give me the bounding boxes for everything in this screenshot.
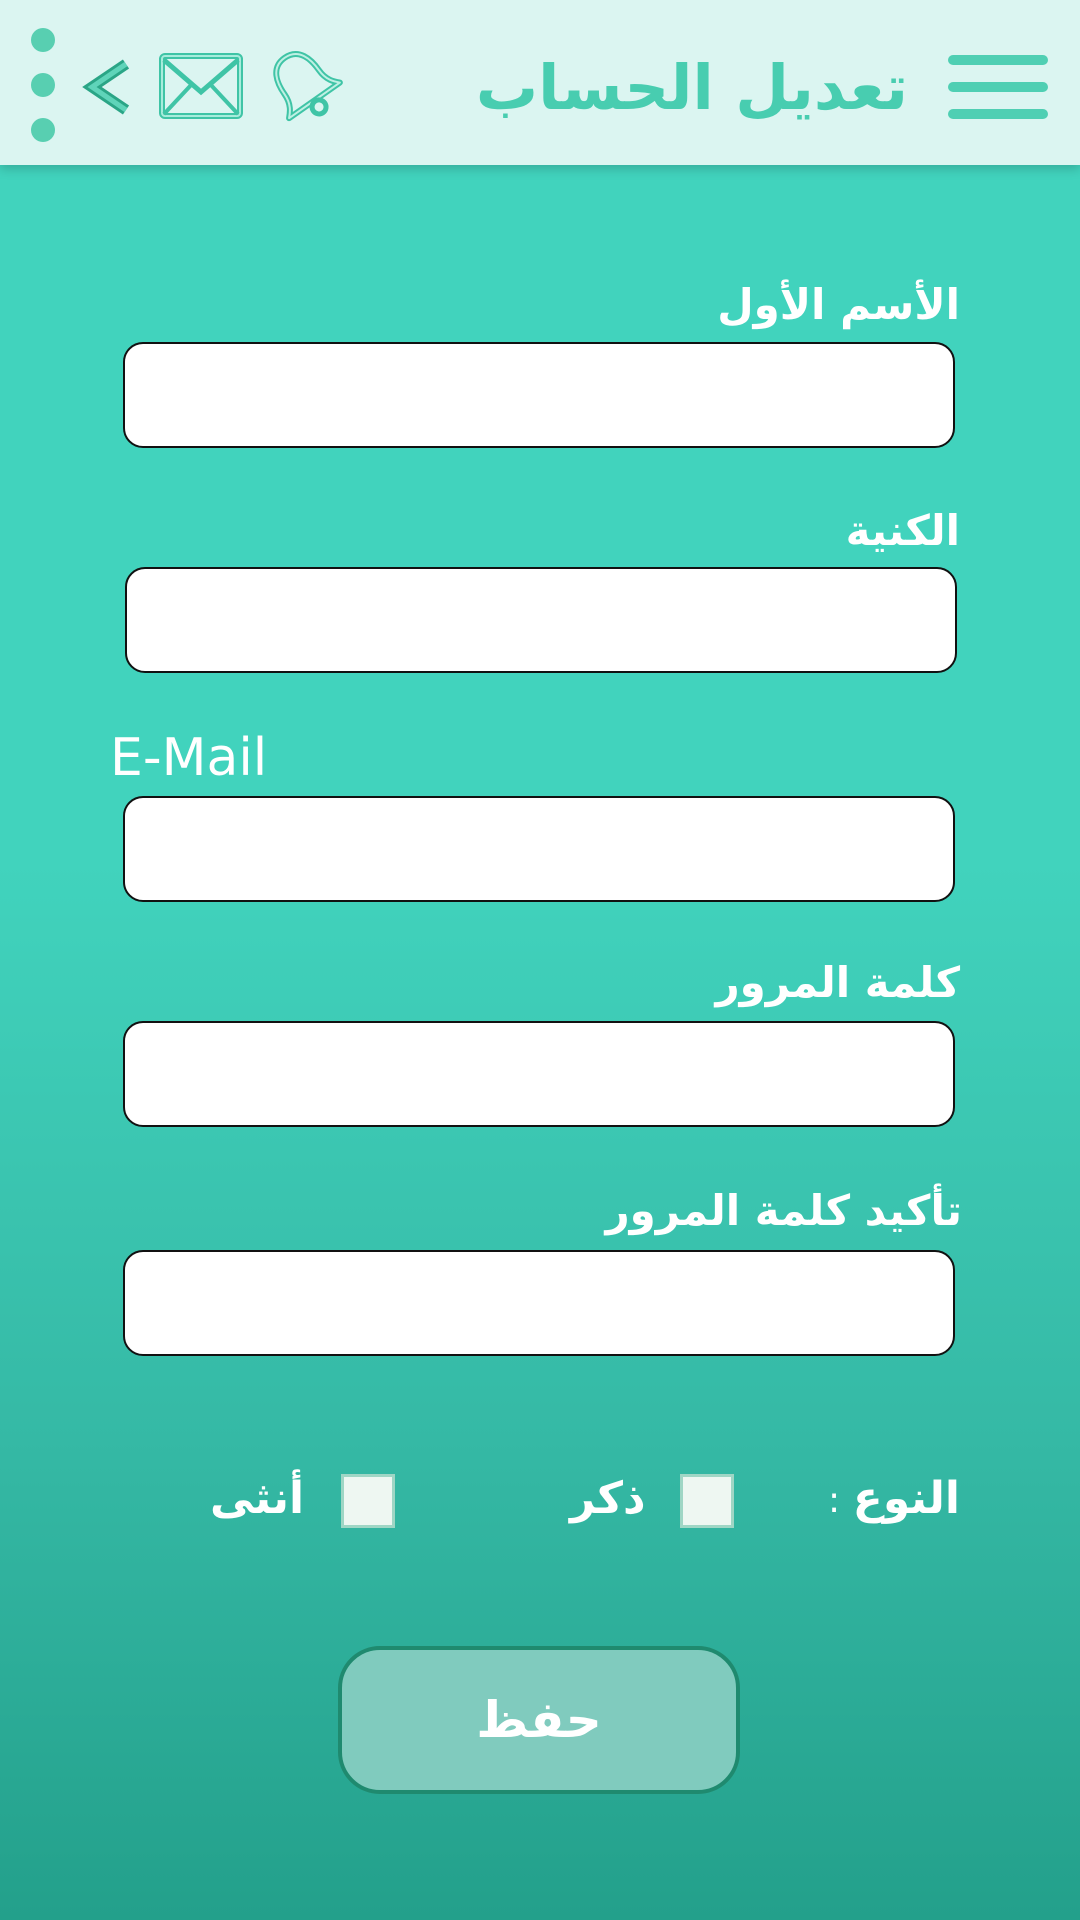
gender-separator: :	[828, 1480, 841, 1521]
last-name-label: الكنية	[845, 506, 960, 555]
bell-icon[interactable]	[262, 42, 344, 126]
password-label: كلمة المرور	[715, 958, 960, 1007]
email-label: E-Mail	[110, 728, 268, 788]
first-name-label: الأسم الأول	[717, 280, 960, 329]
first-name-input[interactable]	[123, 342, 955, 448]
save-button[interactable]: حفظ	[338, 1646, 740, 1794]
password-input[interactable]	[123, 1021, 955, 1127]
back-arrow-icon[interactable]	[82, 56, 134, 118]
email-input[interactable]	[123, 796, 955, 902]
kebab-dot	[31, 118, 55, 142]
kebab-dot	[31, 73, 55, 97]
page-title: تعديل الحساب	[475, 51, 908, 124]
save-button-label: حفظ	[476, 1691, 602, 1749]
confirm-password-input[interactable]	[123, 1250, 955, 1356]
hamburger-menu-icon[interactable]	[948, 55, 1048, 119]
female-checkbox[interactable]	[341, 1474, 395, 1528]
app-header: تعديل الحساب	[0, 0, 1080, 165]
confirm-password-label: تأكيد كلمة المرور	[605, 1186, 962, 1235]
male-label: ذكر	[570, 1473, 646, 1524]
female-label: أنثى	[210, 1473, 305, 1524]
gender-label: النوع	[852, 1473, 960, 1524]
menu-bar	[948, 82, 1048, 92]
more-vertical-icon[interactable]	[28, 28, 58, 143]
male-checkbox[interactable]	[680, 1474, 734, 1528]
mail-icon[interactable]	[158, 52, 244, 120]
kebab-dot	[31, 28, 55, 52]
menu-bar	[948, 55, 1048, 65]
last-name-input[interactable]	[125, 567, 957, 673]
menu-bar	[948, 109, 1048, 119]
